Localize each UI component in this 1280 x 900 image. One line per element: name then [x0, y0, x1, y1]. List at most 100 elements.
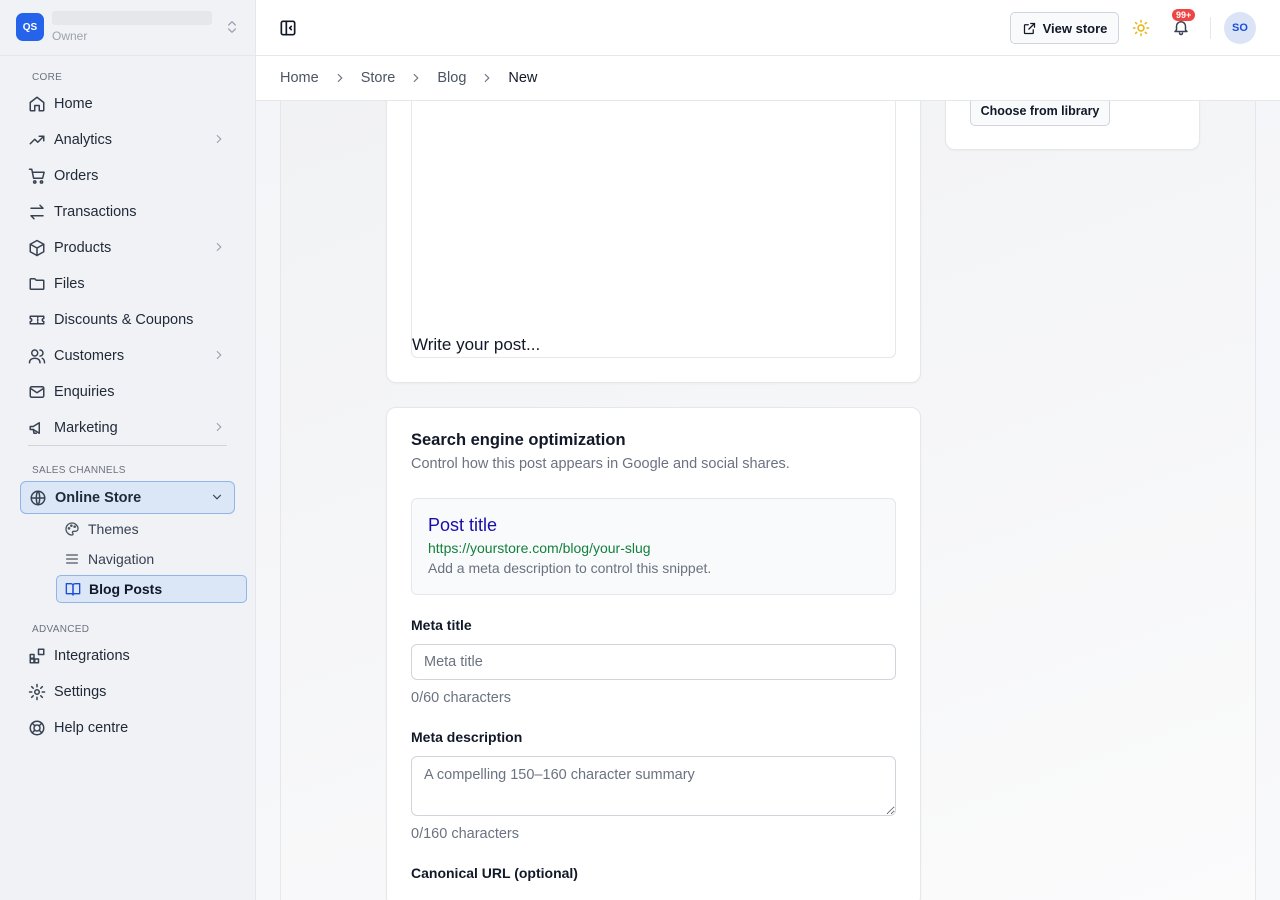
sidebar-item-label: Analytics [54, 132, 113, 148]
store-switcher[interactable]: QS Owner [16, 10, 240, 44]
sidebar-item-label: Files [54, 276, 85, 292]
section-label-sales-channels: SALES CHANNELS [32, 465, 126, 476]
breadcrumb-home[interactable]: Home [280, 70, 319, 86]
sidebar-subitem-themes[interactable]: Themes [56, 515, 247, 543]
sidebar-item-products[interactable]: Products [20, 232, 236, 264]
sidebar-item-label: Transactions [54, 204, 137, 220]
home-icon [28, 95, 46, 113]
canonical-url-label: Canonical URL (optional) [411, 865, 578, 881]
sidebar-item-enquiries[interactable]: Enquiries [20, 376, 236, 408]
sidebar-item-label: Products [54, 240, 112, 256]
globe-icon [29, 489, 47, 507]
sidebar-item-integrations[interactable]: Integrations [20, 640, 236, 672]
content-editor-card: Write your post... [386, 71, 921, 383]
meta-description-label: Meta description [411, 729, 523, 745]
post-body-editor[interactable]: Write your post... [411, 86, 896, 358]
sidebar-item-label: Marketing [54, 420, 118, 436]
package-icon [28, 239, 46, 257]
sidebar-divider [0, 55, 256, 56]
mail-icon [28, 383, 46, 401]
gear-icon [28, 683, 46, 701]
breadcrumb-blog[interactable]: Blog [437, 70, 466, 86]
shopping-cart-icon [28, 167, 46, 185]
notification-badge: 99+ [1172, 9, 1196, 21]
meta-description-input[interactable] [411, 756, 896, 816]
sidebar-toggle-icon[interactable] [278, 18, 298, 38]
avatar[interactable]: SO [1224, 12, 1256, 44]
palette-icon [64, 521, 80, 537]
store-name-redacted [52, 11, 212, 25]
sidebar-item-label: Online Store [55, 489, 142, 506]
chevron-right-icon [216, 350, 222, 360]
sidebar-item-label: Discounts & Coupons [54, 312, 194, 328]
seo-subtitle: Control how this post appears in Google … [411, 456, 790, 472]
ticket-icon [28, 311, 46, 329]
folder-icon [28, 275, 46, 293]
sidebar-item-transactions[interactable]: Transactions [20, 196, 236, 228]
view-store-button[interactable]: View store [1010, 12, 1119, 44]
sidebar-item-label: Settings [54, 684, 107, 700]
chevron-down-icon [212, 494, 222, 500]
store-role: Owner [52, 29, 88, 43]
sidebar-divider [28, 445, 227, 446]
meta-description-counter: 0/160 characters [411, 826, 520, 842]
snippet-title: Post title [428, 515, 498, 535]
top-bar: View store 99+ SO [256, 0, 1280, 56]
seo-card: Search engine optimization Control how t… [386, 407, 921, 900]
sidebar-item-marketing[interactable]: Marketing [20, 412, 236, 444]
sidebar-item-orders[interactable]: Orders [20, 160, 236, 192]
breadcrumb: Home Store Blog New [256, 56, 1280, 101]
seo-title: Search engine optimization [411, 431, 626, 449]
sidebar-item-analytics[interactable]: Analytics [20, 124, 236, 156]
content-panel: Write your post... Choose from library S… [280, 71, 1256, 900]
chevron-right-icon [337, 73, 343, 83]
chevrons-up-down-icon [228, 21, 236, 33]
search-preview-snippet: Post title https://yourstore.com/blog/yo… [411, 498, 896, 595]
editor-placeholder: Write your post... [412, 335, 541, 354]
section-label-core: CORE [32, 72, 63, 83]
menu-icon [64, 551, 80, 567]
sidebar-subitem-label: Blog Posts [89, 581, 163, 597]
sun-icon[interactable] [1132, 19, 1150, 37]
sidebar-item-settings[interactable]: Settings [20, 676, 236, 708]
external-link-icon [1023, 22, 1035, 34]
sidebar-subitem-blog-posts[interactable]: Blog Posts [56, 575, 247, 603]
chevron-right-icon [485, 73, 490, 83]
megaphone-icon [28, 419, 46, 437]
sidebar-item-files[interactable]: Files [20, 268, 236, 300]
sidebar-item-label: Integrations [54, 648, 130, 664]
snippet-description: Add a meta description to control this s… [428, 560, 712, 576]
chevron-right-icon [414, 73, 419, 83]
meta-title-counter: 0/60 characters [411, 690, 511, 706]
sidebar-item-help-centre[interactable]: Help centre [20, 712, 236, 744]
sidebar-item-label: Help centre [54, 720, 129, 736]
blocks-icon [28, 647, 46, 665]
view-store-label: View store [1042, 20, 1108, 36]
sidebar-item-label: Customers [54, 348, 125, 364]
chevron-right-icon [216, 422, 222, 432]
life-buoy-icon [28, 719, 46, 737]
sidebar-item-home[interactable]: Home [20, 88, 236, 120]
book-open-icon [65, 581, 81, 597]
sidebar-subitem-label: Navigation [88, 551, 155, 567]
sidebar-subitem-label: Themes [88, 521, 139, 537]
header-divider [1210, 17, 1211, 39]
breadcrumb-current: New [508, 70, 538, 86]
chevron-right-icon [216, 134, 222, 144]
sidebar-item-customers[interactable]: Customers [20, 340, 236, 372]
sidebar: QS Owner CORE Home Analytics Orders Tran… [0, 0, 256, 900]
sidebar-subitem-navigation[interactable]: Navigation [56, 545, 247, 573]
main-content: Write your post... Choose from library S… [256, 71, 1280, 900]
arrows-left-right-icon [28, 203, 46, 221]
sidebar-item-label: Enquiries [54, 384, 115, 400]
trending-up-icon [28, 131, 46, 149]
breadcrumb-store[interactable]: Store [361, 70, 396, 86]
sidebar-item-label: Orders [54, 168, 99, 184]
meta-title-label: Meta title [411, 617, 472, 633]
sidebar-item-discounts[interactable]: Discounts & Coupons [20, 304, 236, 336]
users-icon [28, 347, 46, 365]
store-logo: QS [16, 13, 44, 41]
meta-title-input[interactable] [411, 644, 896, 680]
sidebar-item-online-store[interactable]: Online Store [20, 481, 235, 514]
snippet-url: https://yourstore.com/blog/your-slug [428, 540, 651, 556]
